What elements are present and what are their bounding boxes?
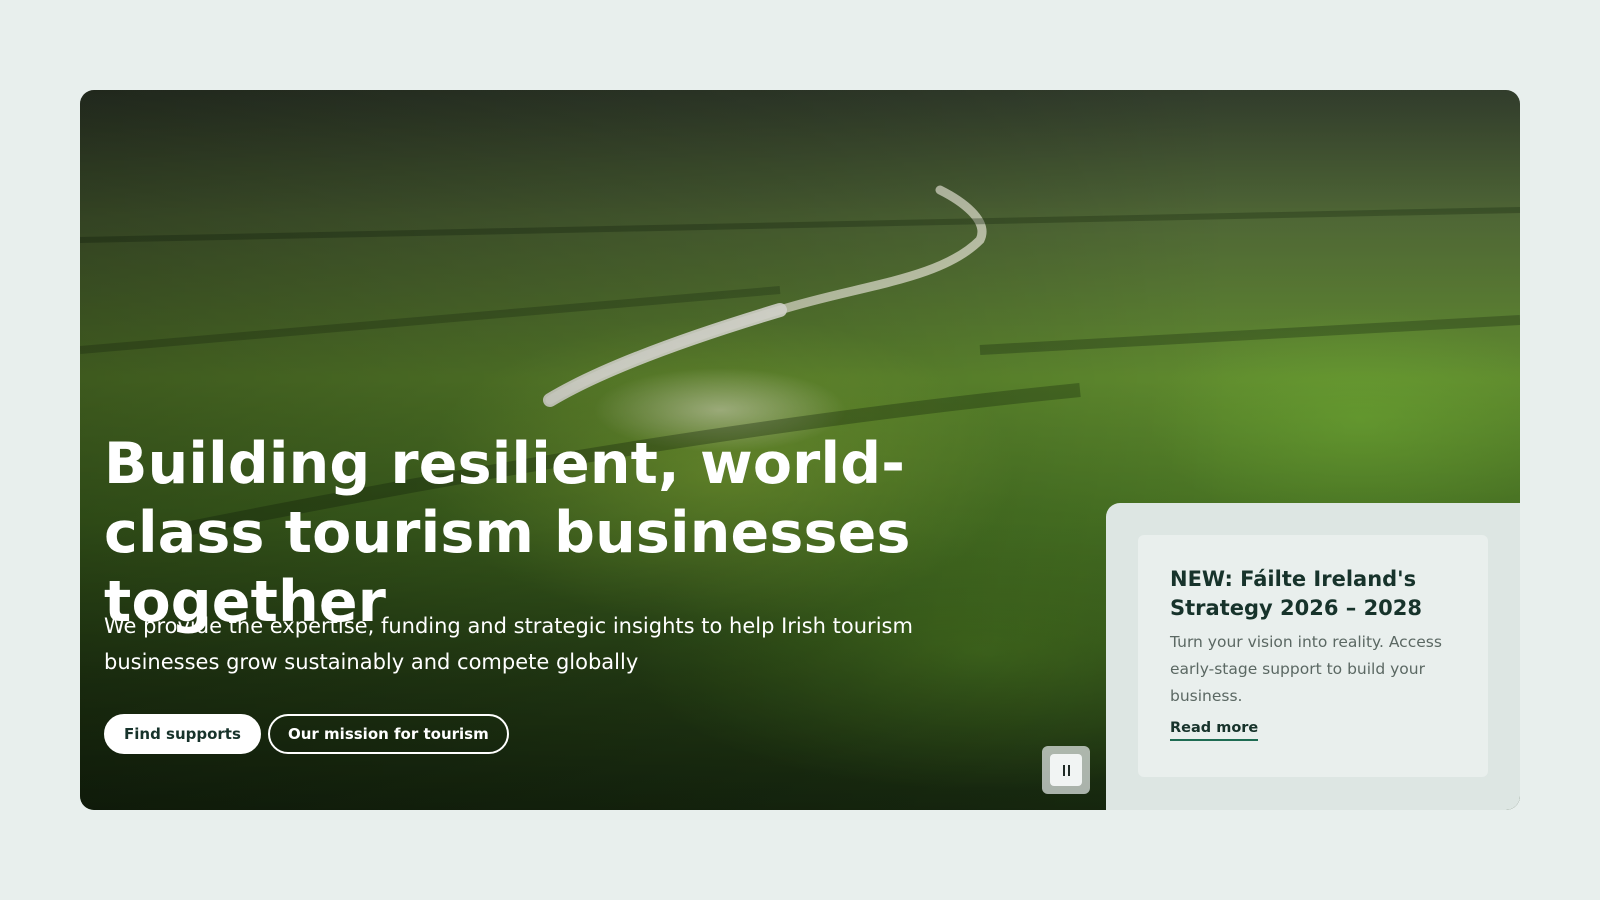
promo-card-title: NEW: Fáilte Ireland's Strategy 2026 – 20… <box>1170 567 1423 620</box>
promo-card-text: Turn your vision into reality. Access ea… <box>1170 633 1442 705</box>
promo-panel: NEW: Fáilte Ireland's Strategy 2026 – 20… <box>1106 503 1520 810</box>
read-more-link[interactable]: Read more <box>1170 717 1259 741</box>
hero-subtext: We provide the expertise, funding and st… <box>104 614 913 674</box>
pause-icon-bar <box>1067 764 1070 776</box>
pause-video-button[interactable] <box>1042 746 1090 794</box>
hero-banner: Building resilient, world-class tourism … <box>80 90 1520 810</box>
promo-card: NEW: Fáilte Ireland's Strategy 2026 – 20… <box>1138 535 1488 777</box>
pause-icon <box>1050 754 1082 786</box>
hero-headline: Building resilient, world-class tourism … <box>104 431 911 635</box>
mission-button[interactable]: Our mission for tourism <box>268 714 509 754</box>
pause-icon-bar <box>1062 764 1065 776</box>
find-supports-button[interactable]: Find supports <box>104 714 261 754</box>
